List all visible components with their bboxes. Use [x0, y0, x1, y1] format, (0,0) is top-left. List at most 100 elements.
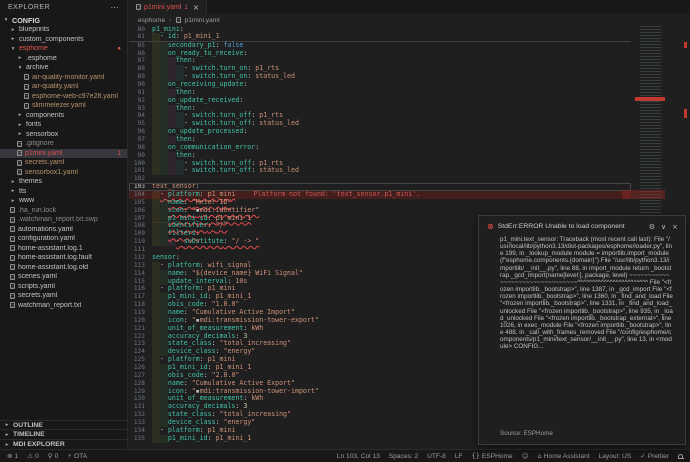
chevron-down-icon[interactable]: ∨: [661, 223, 666, 231]
file-icon: [10, 226, 15, 232]
close-icon[interactable]: ×: [672, 223, 678, 231]
gear-icon[interactable]: ⚙: [649, 223, 655, 231]
section-timeline[interactable]: ▸ TIMELINE: [0, 429, 127, 439]
code-token: kWh: [251, 325, 263, 333]
status-item-label: LF: [455, 453, 463, 460]
tree-item-label: air-quality.yaml: [32, 83, 79, 90]
line-number: 122: [129, 333, 152, 341]
tree-item-home-assistant-log-fault[interactable]: home-assistant.log.fault: [0, 253, 127, 263]
line-number: 135: [129, 435, 152, 443]
tree-item-themes[interactable]: ▸themes: [0, 177, 127, 187]
tree-item-label: secrets.yaml: [18, 292, 57, 299]
tree-item-label: .watchman_report.txt.swp: [18, 216, 98, 223]
tree-item-secrets-yaml[interactable]: secrets.yaml: [0, 291, 127, 301]
tree-item-slimmelezer-yaml[interactable]: slimmelezer.yaml: [0, 101, 127, 111]
tree-item-components[interactable]: ▸components: [0, 111, 127, 121]
encoding[interactable]: UTF-8: [427, 453, 446, 460]
line-number: 113: [129, 262, 152, 270]
notifications-bell[interactable]: [678, 454, 683, 458]
code-line-101[interactable]: 101 - switch.turn_off: status_led: [129, 167, 631, 175]
cursor-position[interactable]: Ln 103, Col 13: [337, 453, 380, 460]
code-token: -: [176, 238, 184, 246]
tree-item-p1mini-yaml[interactable]: p1mini.yaml1: [0, 149, 127, 159]
tree-item-esphome-web-c97e28-yaml[interactable]: esphome-web-c97e28.yaml: [0, 92, 127, 102]
feedback[interactable]: ☺: [522, 452, 529, 460]
tree-item-archive[interactable]: ▾archive: [0, 63, 127, 73]
line-number: 88: [129, 65, 152, 73]
tree-item-label: fonts: [26, 121, 41, 128]
line-number: 106: [129, 207, 152, 215]
error-circle-icon: ⊗: [487, 222, 494, 231]
chevron-right-icon: ▸: [17, 112, 23, 118]
chevron-right-icon: ▸: [4, 432, 10, 438]
tree-item-custom-components[interactable]: ▸custom_components: [0, 35, 127, 45]
tree-item-blueprints[interactable]: ▸blueprints: [0, 25, 127, 35]
section-outline[interactable]: ▸ OUTLINE: [0, 420, 127, 430]
ports-indicator[interactable]: ⚲0: [48, 452, 59, 460]
line-number: 116: [129, 285, 152, 293]
esphome-ota-button[interactable]: ⚡OTA: [67, 452, 87, 460]
warnings-indicator[interactable]: ⚠0: [27, 452, 39, 460]
keyboard-layout[interactable]: Layout: US: [599, 453, 632, 460]
tree-item-label: sensorbox: [26, 131, 58, 138]
tree-item-label: .gitignore: [25, 140, 54, 147]
code-token: status_led: [259, 167, 299, 175]
braces-icon: {}: [472, 452, 480, 460]
tree-item--gitignore[interactable]: .gitignore: [0, 139, 127, 149]
tree-item--esphome[interactable]: ▸.esphome: [0, 54, 127, 64]
tree-item-secrets-yaml[interactable]: secrets.yaml: [0, 158, 127, 168]
tree-item--ha-run-lock[interactable]: .ha_run.lock: [0, 206, 127, 216]
prettier-status[interactable]: ✓Prettier: [640, 452, 669, 460]
tree-item-home-assistant-log-1[interactable]: home-assistant.log.1: [0, 244, 127, 254]
code-line-96[interactable]: 96 on_update_processed:: [129, 128, 631, 136]
code-line-98[interactable]: 98 on_communication_error:: [129, 144, 631, 152]
code-line-102[interactable]: 102: [129, 175, 631, 183]
tree-item-tts[interactable]: ▸tts: [0, 187, 127, 197]
code-line-92[interactable]: 92 on_update_received:: [129, 97, 631, 105]
home-icon: ⌂: [538, 452, 542, 460]
indent-guide: [152, 435, 160, 443]
indent-guide: [176, 167, 184, 175]
workspace-root-config[interactable]: ▾ CONFIG: [0, 15, 127, 25]
tree-item-air-quality-yaml[interactable]: air-quality.yaml: [0, 82, 127, 92]
indentation-setting[interactable]: Spaces: 2: [389, 453, 418, 460]
code-line-90[interactable]: 90 on_receiving_update:: [129, 81, 631, 89]
tree-item-watchman-report-txt[interactable]: watchman_report.txt: [0, 301, 127, 311]
tree-item-sensorbox[interactable]: ▸sensorbox: [0, 130, 127, 140]
tree-item-scripts-yaml[interactable]: scripts.yaml: [0, 282, 127, 292]
code-line-86[interactable]: 86 on_ready_to_receive:: [129, 50, 631, 58]
line-number: 125: [129, 356, 152, 364]
breadcrumb-folder[interactable]: esphome: [138, 17, 165, 24]
tree-item-scenes-yaml[interactable]: scenes.yaml: [0, 272, 127, 282]
tree-item-configuration-yaml[interactable]: configuration.yaml: [0, 234, 127, 244]
bell-icon: [678, 454, 683, 458]
file-icon: [176, 17, 181, 23]
file-icon: [17, 141, 22, 147]
language-mode[interactable]: {}ESPHome: [472, 452, 513, 460]
tree-item-home-assistant-log-old[interactable]: home-assistant.log.old: [0, 263, 127, 273]
tab-p1mini-yaml[interactable]: p1mini.yaml 1 ×: [129, 0, 207, 14]
problems-indicator[interactable]: ⊗1: [7, 452, 18, 460]
line-number: 119: [129, 309, 152, 317]
tree-item--watchman-report-txt-swp[interactable]: .watchman_report.txt.swp: [0, 215, 127, 225]
tree-item-www[interactable]: ▸www: [0, 196, 127, 206]
tree-item-esphome[interactable]: ▾esphome●: [0, 44, 127, 54]
tree-item-automations-yaml[interactable]: automations.yaml: [0, 225, 127, 235]
line-number: 128: [129, 380, 152, 388]
tree-item-sensorbox1-yaml[interactable]: sensorbox1.yaml: [0, 168, 127, 178]
eol-setting[interactable]: LF: [455, 453, 463, 460]
explorer-more-actions-icon[interactable]: ⋯: [111, 3, 120, 12]
breadcrumb-file[interactable]: p1mini.yaml: [185, 17, 220, 24]
tree-item-fonts[interactable]: ▸fonts: [0, 120, 127, 130]
line-number: 107: [129, 215, 152, 223]
status-item-label: Home Assistant: [544, 453, 590, 460]
file-icon: [24, 93, 29, 99]
code-token: substitute: [184, 238, 224, 246]
tree-item-label: configuration.yaml: [18, 235, 75, 242]
code-token: 10s: [235, 278, 247, 286]
code-token: -: [184, 167, 192, 175]
close-icon[interactable]: ×: [193, 3, 199, 12]
tree-item-air-quality-monitor-yaml[interactable]: air-quality-monitor.yaml: [0, 73, 127, 83]
home-assistant-status[interactable]: ⌂Home Assistant: [538, 452, 590, 460]
section-mdi-explorer[interactable]: ▸ MDI EXPLORER: [0, 439, 127, 449]
